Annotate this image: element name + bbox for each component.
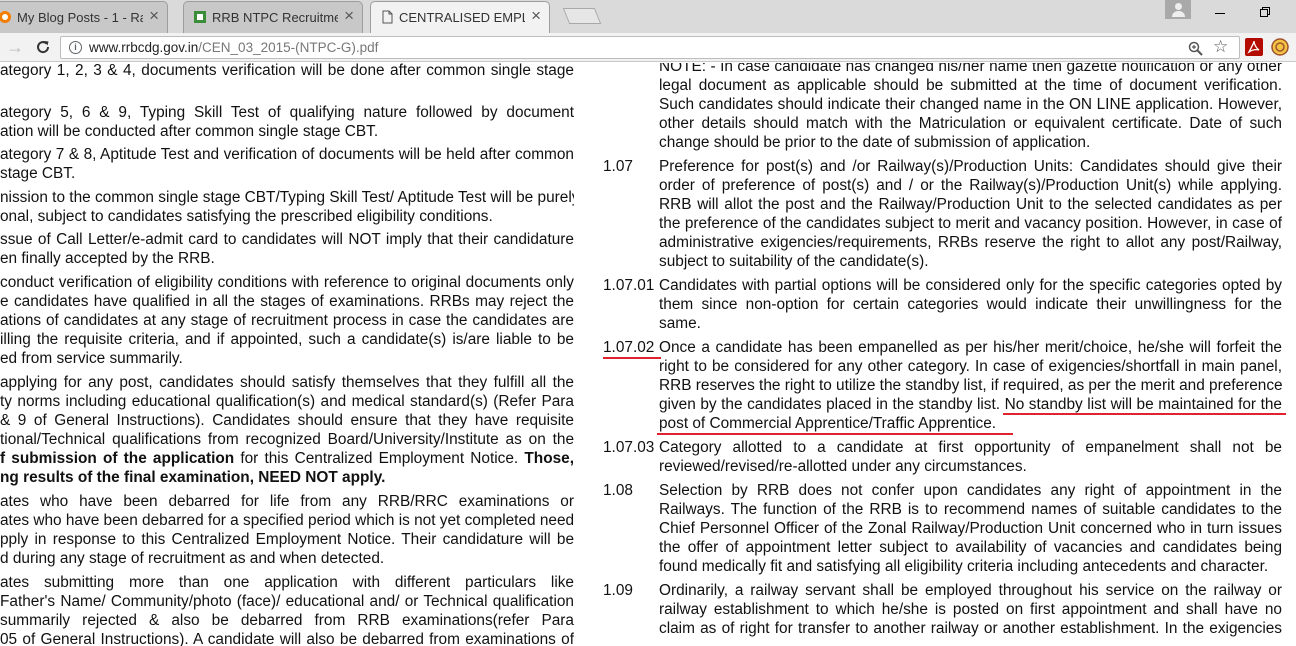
close-tab-icon[interactable]: × [344,7,354,25]
pdf-extension-icon[interactable] [1245,38,1263,56]
new-tab-button[interactable] [562,8,602,24]
annotation-underline [603,357,661,359]
url-text[interactable]: www.rrbcdg.gov.in/CEN_03_2015-(NTPC-G).p… [89,40,378,55]
profile-icon[interactable] [1165,0,1191,19]
right-line: Chief Personnel Officer of the Zonal Rai… [659,520,1282,537]
close-tab-icon[interactable]: × [531,7,541,25]
right-line: NOTE: - In case candidate has changed hi… [659,63,1282,75]
right-line: post of Commercial Apprentice/Traffic Ap… [659,415,997,432]
pdf-viewer[interactable]: ategory 1, 2, 3 & 4, documents verificat… [0,63,1296,646]
tab-blog-posts[interactable]: My Blog Posts - 1 - Railw × [0,1,168,33]
browser-toolbar: → i www.rrbcdg.gov.in/CEN_03_2015-(NTPC-… [0,33,1296,62]
right-line: same. [659,315,701,332]
right-line: them since non-option for certain catego… [659,296,1282,313]
clause-number: 1.09 [603,582,633,599]
right-line: Such candidates should indicate their ch… [659,96,1282,113]
tab-strip: My Blog Posts - 1 - Railw × RRB NTPC Rec… [0,0,1296,33]
zoom-icon[interactable] [1188,39,1203,60]
right-line: change should be prior to the date of su… [659,134,1091,151]
right-line: RRB reserves the right to utilize the st… [659,377,1283,394]
tab-rrb-ntpc[interactable]: RRB NTPC Recruitment 2 × [183,1,363,33]
right-line: legal document as applicable should be s… [659,77,1282,94]
right-line: Candidates with partial options will be … [659,277,1282,294]
clause-number: 1.07.03 [603,439,655,456]
clause-number: 1.07.02 [603,339,655,356]
right-line: the offer of appointment letter subject … [659,539,1282,556]
right-line: Ordinarily, a railway servant shall be e… [659,582,1282,599]
right-line: Category allotted to a candidate at firs… [659,439,1282,456]
page-favicon-icon [193,10,207,24]
right-line: given by the candidates placed in the st… [659,396,1282,413]
extension-icon[interactable] [1271,38,1289,56]
pdf-page-icon [380,10,394,24]
right-line: administrative exigencies/requirements, … [659,234,1282,251]
close-window-button[interactable] [1290,0,1296,26]
right-line: RRB will allot the post and the Railway/… [659,196,1282,213]
close-tab-icon[interactable]: × [149,7,159,25]
right-line: railway establishment to which he/she is… [659,601,1282,618]
right-line: the preference of the candidates subject… [659,215,1282,232]
blogger-icon [0,10,12,24]
right-line: claim as of right for transfer to anothe… [659,620,1282,637]
clause-number: 1.07.01 [603,277,655,294]
tab-title: My Blog Posts - 1 - Railw [17,10,143,25]
annotation-underline [1003,413,1286,415]
restore-button[interactable] [1245,0,1285,26]
minimize-icon [1215,13,1225,14]
url-path: /CEN_03_2015-(NTPC-G).pdf [198,40,379,55]
restore-icon-front [1260,9,1268,17]
right-line: Preference for post(s) and /or Railway(s… [659,158,1282,175]
right-line: Selection by RRB does not confer upon ca… [659,482,1282,499]
forward-icon[interactable]: → [4,36,26,58]
right-line: Railways. The function of the RRB is to … [659,501,1282,518]
profile-head [1175,3,1182,10]
profile-shoulders [1172,11,1185,17]
url-host: www.rrbcdg.gov.in [89,40,199,55]
tab-title: CENTRALISED EMPLOYM [399,10,525,25]
reload-icon[interactable] [32,36,54,58]
right-line: order of preference of post(s) and / or … [659,177,1282,194]
right-line: right to be considered for any other cat… [659,358,1282,375]
right-line: found medically fit and satisfying all e… [659,558,1269,575]
tab-centralised-employment[interactable]: CENTRALISED EMPLOYM × [370,1,550,33]
clause-number: 1.08 [603,482,633,499]
right-line: Once a candidate has been empanelled as … [659,339,1282,356]
minimize-button[interactable] [1200,0,1240,26]
info-icon[interactable]: i [69,41,82,54]
right-page-column: NOTE: - In case candidate has changed hi… [0,63,1296,646]
address-bar[interactable]: i www.rrbcdg.gov.in/CEN_03_2015-(NTPC-G)… [60,36,1240,59]
right-line: other details should match with the Matr… [659,115,1282,132]
annotation-underline [657,433,1013,435]
right-line: subject to suitability of the candidate(… [659,253,929,270]
tab-title: RRB NTPC Recruitment 2 [212,10,338,25]
bookmark-star-icon[interactable]: ☆ [1213,37,1228,57]
clause-number: 1.07 [603,158,633,175]
right-line: reviewed/revised/re-allotted under any c… [659,458,1027,475]
